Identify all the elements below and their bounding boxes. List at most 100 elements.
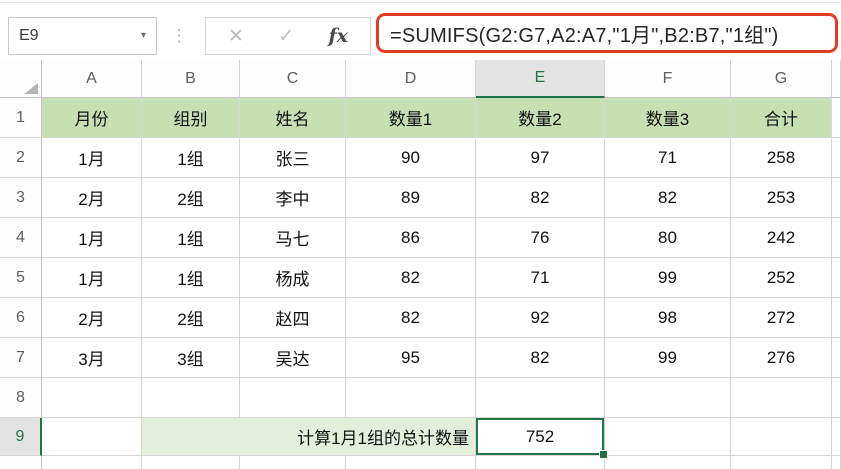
cell-G4[interactable]: 242 — [731, 218, 832, 258]
cell-G9[interactable] — [731, 418, 832, 456]
cell-row10-2 — [240, 456, 346, 469]
column-header-A[interactable]: A — [42, 60, 142, 98]
cell-G1[interactable]: 合计 — [731, 98, 832, 138]
column-header-F[interactable]: F — [605, 60, 731, 98]
cell-D1[interactable]: 数量1 — [346, 98, 476, 138]
cell-C8[interactable] — [240, 378, 346, 418]
cell-C5[interactable]: 杨成 — [240, 258, 346, 298]
cell-F9[interactable] — [605, 418, 731, 456]
cell-overflow-1 — [832, 98, 841, 138]
formula-bar: E9 ▾ ⋮ ✕ ✓ fx =SUMIFS(G2:G7,A2:A7,"1月",B… — [0, 0, 841, 60]
cell-D8[interactable] — [346, 378, 476, 418]
cell-E8[interactable] — [476, 378, 605, 418]
cell-overflow-3 — [832, 178, 841, 218]
cell-row10-0 — [42, 456, 142, 469]
cell-G2[interactable]: 258 — [731, 138, 832, 178]
column-header-C[interactable]: C — [240, 60, 346, 98]
cell-E3[interactable]: 82 — [476, 178, 605, 218]
cell-D3[interactable]: 89 — [346, 178, 476, 218]
result-cell-E9[interactable]: 752 — [476, 418, 608, 459]
name-box-value: E9 — [19, 27, 39, 44]
cell-E5[interactable]: 71 — [476, 258, 605, 298]
column-header-E[interactable]: E — [476, 60, 605, 98]
cell-F5[interactable]: 99 — [605, 258, 731, 298]
cell-G3[interactable]: 253 — [731, 178, 832, 218]
cell-G5[interactable]: 252 — [731, 258, 832, 298]
cell-C4[interactable]: 马七 — [240, 218, 346, 258]
formula-highlight-box: =SUMIFS(G2:G7,A2:A7,"1月",B2:B7,"1组") — [376, 13, 838, 53]
row-header-5[interactable]: 5 — [0, 258, 42, 298]
column-header-G[interactable]: G — [731, 60, 832, 98]
cell-F1[interactable]: 数量3 — [605, 98, 731, 138]
formula-input[interactable]: =SUMIFS(G2:G7,A2:A7,"1月",B2:B7,"1组") — [390, 19, 779, 48]
column-header-D[interactable]: D — [346, 60, 476, 98]
cell-A7[interactable]: 3月 — [42, 338, 142, 378]
row-header-1[interactable]: 1 — [0, 98, 42, 138]
row-header-4[interactable]: 4 — [0, 218, 42, 258]
cell-row10-4 — [476, 456, 605, 469]
cell-F4[interactable]: 80 — [605, 218, 731, 258]
cell-A1[interactable]: 月份 — [42, 98, 142, 138]
formula-button-group: ✕ ✓ fx — [205, 17, 371, 55]
cell-E2[interactable]: 97 — [476, 138, 605, 178]
row-header-6[interactable]: 6 — [0, 298, 42, 338]
cancel-icon[interactable]: ✕ — [228, 25, 244, 48]
cell-B6[interactable]: 2组 — [142, 298, 240, 338]
cell-A3[interactable]: 2月 — [42, 178, 142, 218]
cell-D7[interactable]: 95 — [346, 338, 476, 378]
cell-D6[interactable]: 82 — [346, 298, 476, 338]
cell-B1[interactable]: 组别 — [142, 98, 240, 138]
cell-overflow-9 — [832, 418, 841, 456]
formula-bar-resize-handle-icon[interactable]: ⋮ — [170, 17, 188, 55]
cell-E1[interactable]: 数量2 — [476, 98, 605, 138]
cell-D2[interactable]: 90 — [346, 138, 476, 178]
cell-row10-3 — [346, 456, 476, 469]
cell-E4[interactable]: 76 — [476, 218, 605, 258]
cell-F7[interactable]: 99 — [605, 338, 731, 378]
cell-C1[interactable]: 姓名 — [240, 98, 346, 138]
cell-C2[interactable]: 张三 — [240, 138, 346, 178]
cell-C7[interactable]: 吴达 — [240, 338, 346, 378]
row-header-3[interactable]: 3 — [0, 178, 42, 218]
row-header-10[interactable] — [0, 456, 42, 469]
cell-F3[interactable]: 82 — [605, 178, 731, 218]
summary-label-cell[interactable]: 计算1月1组的总计数量 — [142, 418, 476, 456]
name-box-dropdown-icon[interactable]: ▾ — [141, 31, 146, 41]
cell-C6[interactable]: 赵四 — [240, 298, 346, 338]
select-all-button[interactable] — [0, 60, 42, 98]
cell-B8[interactable] — [142, 378, 240, 418]
cell-G8[interactable] — [731, 378, 832, 418]
cell-A4[interactable]: 1月 — [42, 218, 142, 258]
cell-B2[interactable]: 1组 — [142, 138, 240, 178]
cell-G6[interactable]: 272 — [731, 298, 832, 338]
column-header-B[interactable]: B — [142, 60, 240, 98]
cell-D4[interactable]: 86 — [346, 218, 476, 258]
cell-E7[interactable]: 82 — [476, 338, 605, 378]
name-box[interactable]: E9 ▾ — [8, 17, 157, 55]
cell-F6[interactable]: 98 — [605, 298, 731, 338]
row-header-2[interactable]: 2 — [0, 138, 42, 178]
row-header-8[interactable]: 8 — [0, 378, 42, 418]
row-header-9[interactable]: 9 — [0, 418, 42, 456]
cell-row10-5 — [605, 456, 731, 469]
cell-F2[interactable]: 71 — [605, 138, 731, 178]
cell-B5[interactable]: 1组 — [142, 258, 240, 298]
cell-A5[interactable]: 1月 — [42, 258, 142, 298]
cell-A2[interactable]: 1月 — [42, 138, 142, 178]
row-header-7[interactable]: 7 — [0, 338, 42, 378]
cell-A9[interactable] — [42, 418, 142, 456]
enter-icon[interactable]: ✓ — [278, 25, 294, 48]
cell-A6[interactable]: 2月 — [42, 298, 142, 338]
cell-B4[interactable]: 1组 — [142, 218, 240, 258]
cell-B3[interactable]: 2组 — [142, 178, 240, 218]
cell-C3[interactable]: 李中 — [240, 178, 346, 218]
cell-overflow-8 — [832, 378, 841, 418]
cell-row10-6 — [731, 456, 832, 469]
cell-G7[interactable]: 276 — [731, 338, 832, 378]
cell-A8[interactable] — [42, 378, 142, 418]
cell-F8[interactable] — [605, 378, 731, 418]
cell-E6[interactable]: 92 — [476, 298, 605, 338]
insert-function-icon[interactable]: fx — [328, 25, 348, 47]
cell-D5[interactable]: 82 — [346, 258, 476, 298]
cell-B7[interactable]: 3组 — [142, 338, 240, 378]
